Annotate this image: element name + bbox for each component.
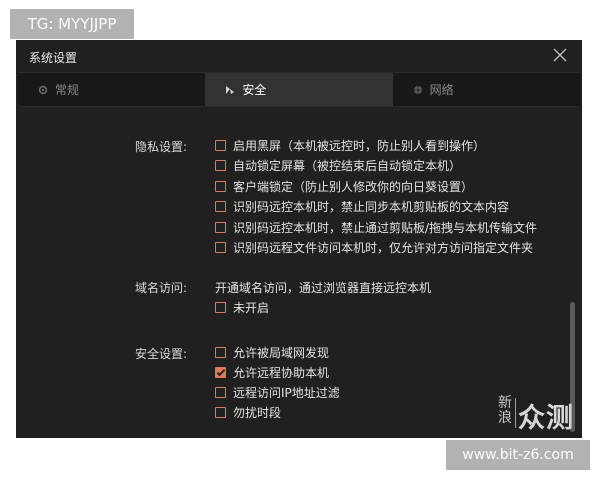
checkbox[interactable]	[215, 406, 226, 418]
tab-label: 常规	[55, 83, 80, 97]
domain-description: 开通域名访问，通过浏览器直接远控本机	[215, 281, 432, 295]
domain-option-enabled[interactable]: 未开启	[215, 298, 269, 316]
tab-network[interactable]: 网络	[393, 73, 580, 106]
settings-window: 系统设置 常规 安全 网络 隐私设置: 启用黑屏（本机被远控时，防止别人看到操作…	[16, 40, 582, 438]
overlay-tag: TG: MYYJJPP	[10, 9, 134, 39]
security-option-remote-assist[interactable]: 允许远程协助本机	[215, 363, 329, 381]
privacy-option-folder-access[interactable]: 识别码远程文件访问本机时，仅允许对方访问指定文件夹	[215, 238, 533, 256]
security-settings-panel: 隐私设置: 启用黑屏（本机被远控时，防止别人看到操作） 自动锁定屏幕（被控结束后…	[16, 106, 582, 438]
globe-icon	[413, 85, 422, 94]
option-label: 自动锁定屏幕（被控结束后自动锁定本机）	[233, 158, 462, 173]
checkbox[interactable]	[215, 159, 226, 171]
security-option-ip-filter[interactable]: 远程访问IP地址过滤	[215, 383, 340, 401]
tab-bar: 常规 安全 网络	[18, 72, 580, 107]
option-label: 远程访问IP地址过滤	[233, 385, 340, 400]
tab-general[interactable]: 常规	[18, 73, 205, 106]
security-icon	[226, 85, 235, 94]
option-label: 允许被局域网发现	[233, 345, 330, 360]
window-title: 系统设置	[29, 51, 78, 65]
privacy-option-file-transfer[interactable]: 识别码远控本机时，禁止通过剪贴板/拖拽与本机传输文件	[215, 218, 537, 236]
checkbox[interactable]	[215, 221, 226, 233]
option-label: 未开启	[233, 300, 270, 315]
privacy-section-label: 隐私设置:	[135, 140, 188, 154]
option-label: 勿扰时段	[233, 405, 282, 420]
option-label: 启用黑屏（本机被远控时，防止别人看到操作）	[233, 138, 486, 153]
checkbox[interactable]	[215, 301, 226, 313]
privacy-option-auto-lock[interactable]: 自动锁定屏幕（被控结束后自动锁定本机）	[215, 156, 461, 174]
close-icon[interactable]	[551, 46, 569, 64]
privacy-option-clipboard-text[interactable]: 识别码远控本机时，禁止同步本机剪贴板的文本内容	[215, 197, 509, 215]
checkbox[interactable]	[215, 180, 226, 192]
security-option-lan-discovery[interactable]: 允许被局域网发现	[215, 343, 329, 361]
option-label: 识别码远控本机时，禁止通过剪贴板/拖拽与本机传输文件	[233, 220, 538, 235]
privacy-option-black-screen[interactable]: 启用黑屏（本机被远控时，防止别人看到操作）	[215, 136, 485, 154]
watermark-big-text: 众测	[518, 403, 574, 434]
checkbox[interactable]	[215, 241, 226, 253]
tab-label: 安全	[242, 83, 267, 97]
watermark-small-text: 新浪	[498, 395, 512, 426]
option-label: 识别码远控本机时，禁止同步本机剪贴板的文本内容	[233, 199, 510, 214]
security-section-label: 安全设置:	[135, 347, 188, 361]
option-label: 客户端锁定（防止别人修改你的向日葵设置）	[233, 179, 474, 194]
checkbox-checked[interactable]	[215, 366, 226, 378]
privacy-option-client-lock[interactable]: 客户端锁定（防止别人修改你的向日葵设置）	[215, 177, 473, 195]
security-option-do-not-disturb[interactable]: 勿扰时段	[215, 403, 281, 421]
tab-label: 网络	[429, 83, 454, 97]
gear-icon	[38, 85, 48, 94]
url-badge: www.bit-z6.com	[446, 440, 590, 470]
watermark-divider	[515, 398, 516, 428]
checkbox[interactable]	[215, 346, 226, 358]
tab-security[interactable]: 安全	[205, 73, 393, 106]
checkbox[interactable]	[215, 139, 226, 151]
option-label: 识别码远程文件访问本机时，仅允许对方访问指定文件夹	[233, 240, 534, 255]
sina-watermark-logo: 新浪 众测	[497, 394, 579, 435]
checkbox[interactable]	[215, 386, 226, 398]
option-label: 允许远程协助本机	[233, 365, 330, 380]
title-bar: 系统设置	[16, 40, 582, 72]
checkbox[interactable]	[215, 200, 226, 212]
domain-section-label: 域名访问:	[135, 281, 188, 295]
